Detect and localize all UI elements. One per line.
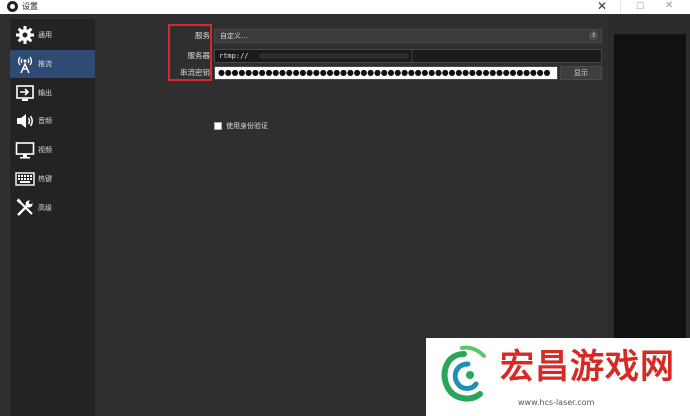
- stream-key-input[interactable]: ●●●●●●●●●●●●●●●●●●●●●●●●●●●●●●●●●●●●●●●●…: [214, 66, 558, 80]
- sidebar-item-stream[interactable]: 推流: [10, 50, 95, 78]
- close-icon[interactable]: ✕: [665, 0, 673, 12]
- sidebar-item-label: 视频: [38, 146, 52, 154]
- show-key-button[interactable]: 显示: [560, 66, 602, 80]
- window-title: 设置: [22, 2, 38, 11]
- watermark: 宏昌游戏网 www.hcs-laser.com: [426, 338, 690, 416]
- sidebar-item-video[interactable]: 视频: [10, 136, 95, 164]
- service-select[interactable]: 自定义... ⇕: [214, 29, 602, 43]
- tools-icon: [16, 198, 33, 216]
- brand-logo-icon: [441, 345, 486, 402]
- background-preview: [614, 34, 686, 354]
- sidebar-item-label: 热键: [38, 175, 52, 183]
- broadcast-icon: [17, 56, 33, 74]
- sidebar-item-label: 推流: [38, 60, 52, 68]
- service-value: 自定义...: [220, 32, 248, 40]
- background-window-controls: ☐ ✕: [620, 0, 690, 14]
- keyboard-icon: [15, 172, 35, 186]
- speaker-icon: [17, 114, 33, 128]
- title-bar: 设置 ✕: [0, 0, 620, 14]
- close-button[interactable]: ✕: [594, 0, 610, 14]
- maximize-icon[interactable]: ☐: [636, 2, 644, 12]
- server-value: rtmp://: [219, 52, 249, 60]
- sidebar-item-advanced[interactable]: 高级: [10, 194, 95, 222]
- sidebar-item-label: 通用: [38, 31, 52, 39]
- app-icon: [7, 1, 18, 12]
- server-redacted: [259, 53, 409, 59]
- watermark-url: www.hcs-laser.com: [518, 398, 595, 407]
- sidebar-item-hotkeys[interactable]: 热键: [10, 165, 95, 193]
- sidebar-item-output[interactable]: 输出: [10, 79, 95, 107]
- stream-key-value: ●●●●●●●●●●●●●●●●●●●●●●●●●●●●●●●●●●●●●●●●…: [218, 68, 551, 77]
- watermark-brand: 宏昌游戏网: [500, 347, 675, 387]
- sidebar-item-label: 音频: [38, 117, 52, 125]
- settings-sidebar: 通用 推流 输出 音频 视频 热键 高级: [10, 19, 95, 416]
- sidebar-item-label: 高级: [38, 204, 52, 212]
- highlight-box: [168, 24, 212, 81]
- monitor-icon: [15, 142, 35, 159]
- chevron-down-icon: ⇕: [589, 31, 598, 40]
- checkbox[interactable]: [214, 122, 222, 130]
- sidebar-item-label: 输出: [38, 89, 52, 97]
- gear-icon: [16, 26, 34, 44]
- sidebar-item-general[interactable]: 通用: [10, 21, 95, 49]
- output-icon: [16, 85, 34, 101]
- server-divider: [411, 50, 413, 62]
- sidebar-item-audio[interactable]: 音频: [10, 107, 95, 135]
- use-auth-label: 使用身份验证: [226, 122, 268, 130]
- server-input[interactable]: rtmp://: [214, 49, 602, 63]
